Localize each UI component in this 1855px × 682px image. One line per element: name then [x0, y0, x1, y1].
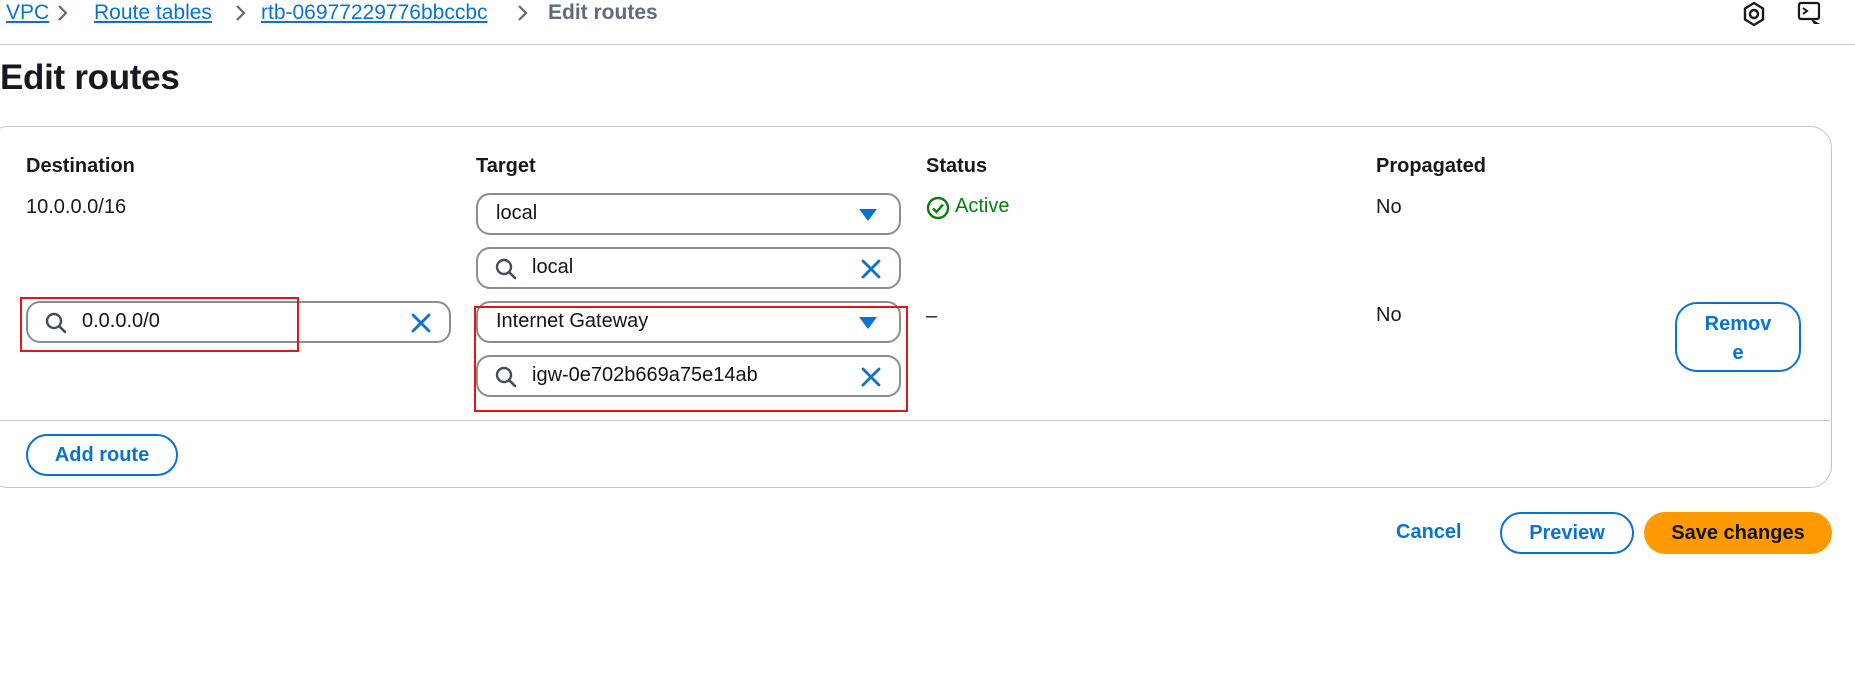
target-type-value: local	[496, 202, 538, 224]
breadcrumb-current: Edit routes	[548, 1, 658, 24]
cancel-button[interactable]: Cancel	[1396, 521, 1462, 544]
breadcrumb-route-tables[interactable]: Route tables	[94, 0, 212, 26]
breadcrumb-chevron-icon	[58, 5, 68, 21]
route-destination-text: 10.0.0.0/16	[26, 196, 127, 218]
breadcrumb-route-table-id[interactable]: rtb-06977229776bbccbc	[261, 0, 488, 26]
column-header-status: Status	[926, 155, 988, 177]
preview-button[interactable]: Preview	[1500, 512, 1634, 554]
clear-icon[interactable]	[409, 311, 433, 335]
add-route-button[interactable]: Add route	[26, 434, 178, 476]
destination-search-value: 0.0.0.0/0	[82, 310, 160, 332]
top-bar: VPC Route tables rtb-06977229776bbccbc E…	[0, 0, 1855, 45]
search-icon	[495, 366, 517, 388]
route-status-active: Active	[955, 195, 1010, 217]
target-search-input[interactable]: igw-0e702b669a75e14ab	[476, 355, 901, 397]
column-header-target: Target	[476, 155, 536, 177]
target-type-select[interactable]: local	[476, 193, 901, 235]
target-search-input[interactable]: local	[476, 247, 901, 289]
save-changes-button[interactable]: Save changes	[1644, 512, 1832, 554]
page-title: Edit routes	[0, 58, 180, 97]
clear-icon[interactable]	[859, 365, 883, 389]
remove-button-label-line1: Remov	[1704, 313, 1772, 335]
route-propagated: No	[1376, 196, 1402, 218]
target-type-value: Internet Gateway	[496, 310, 649, 332]
remove-route-button[interactable]: Remov e	[1675, 302, 1801, 372]
route-propagated: No	[1376, 304, 1402, 326]
column-header-propagated: Propagated	[1376, 155, 1487, 177]
clear-icon[interactable]	[859, 257, 883, 281]
search-icon	[495, 258, 517, 280]
column-header-destination: Destination	[26, 155, 135, 177]
breadcrumb-vpc[interactable]: VPC	[6, 0, 49, 26]
remove-button-label-line2: e	[1732, 342, 1744, 364]
breadcrumb-chevron-icon	[518, 5, 528, 21]
panel-divider	[0, 420, 1830, 421]
cloudshell-icon[interactable]	[1796, 0, 1824, 28]
caret-down-icon	[859, 209, 877, 221]
search-icon	[45, 312, 67, 334]
target-search-value: local	[532, 256, 574, 278]
route-status-none: –	[926, 305, 938, 327]
breadcrumb-chevron-icon	[236, 5, 246, 21]
target-type-select[interactable]: Internet Gateway	[476, 301, 901, 343]
hexagon-settings-icon[interactable]	[1740, 0, 1768, 28]
status-active-icon	[926, 196, 950, 220]
target-search-value: igw-0e702b669a75e14ab	[532, 364, 758, 386]
destination-search-input[interactable]: 0.0.0.0/0	[26, 301, 451, 343]
caret-down-icon	[859, 317, 877, 329]
